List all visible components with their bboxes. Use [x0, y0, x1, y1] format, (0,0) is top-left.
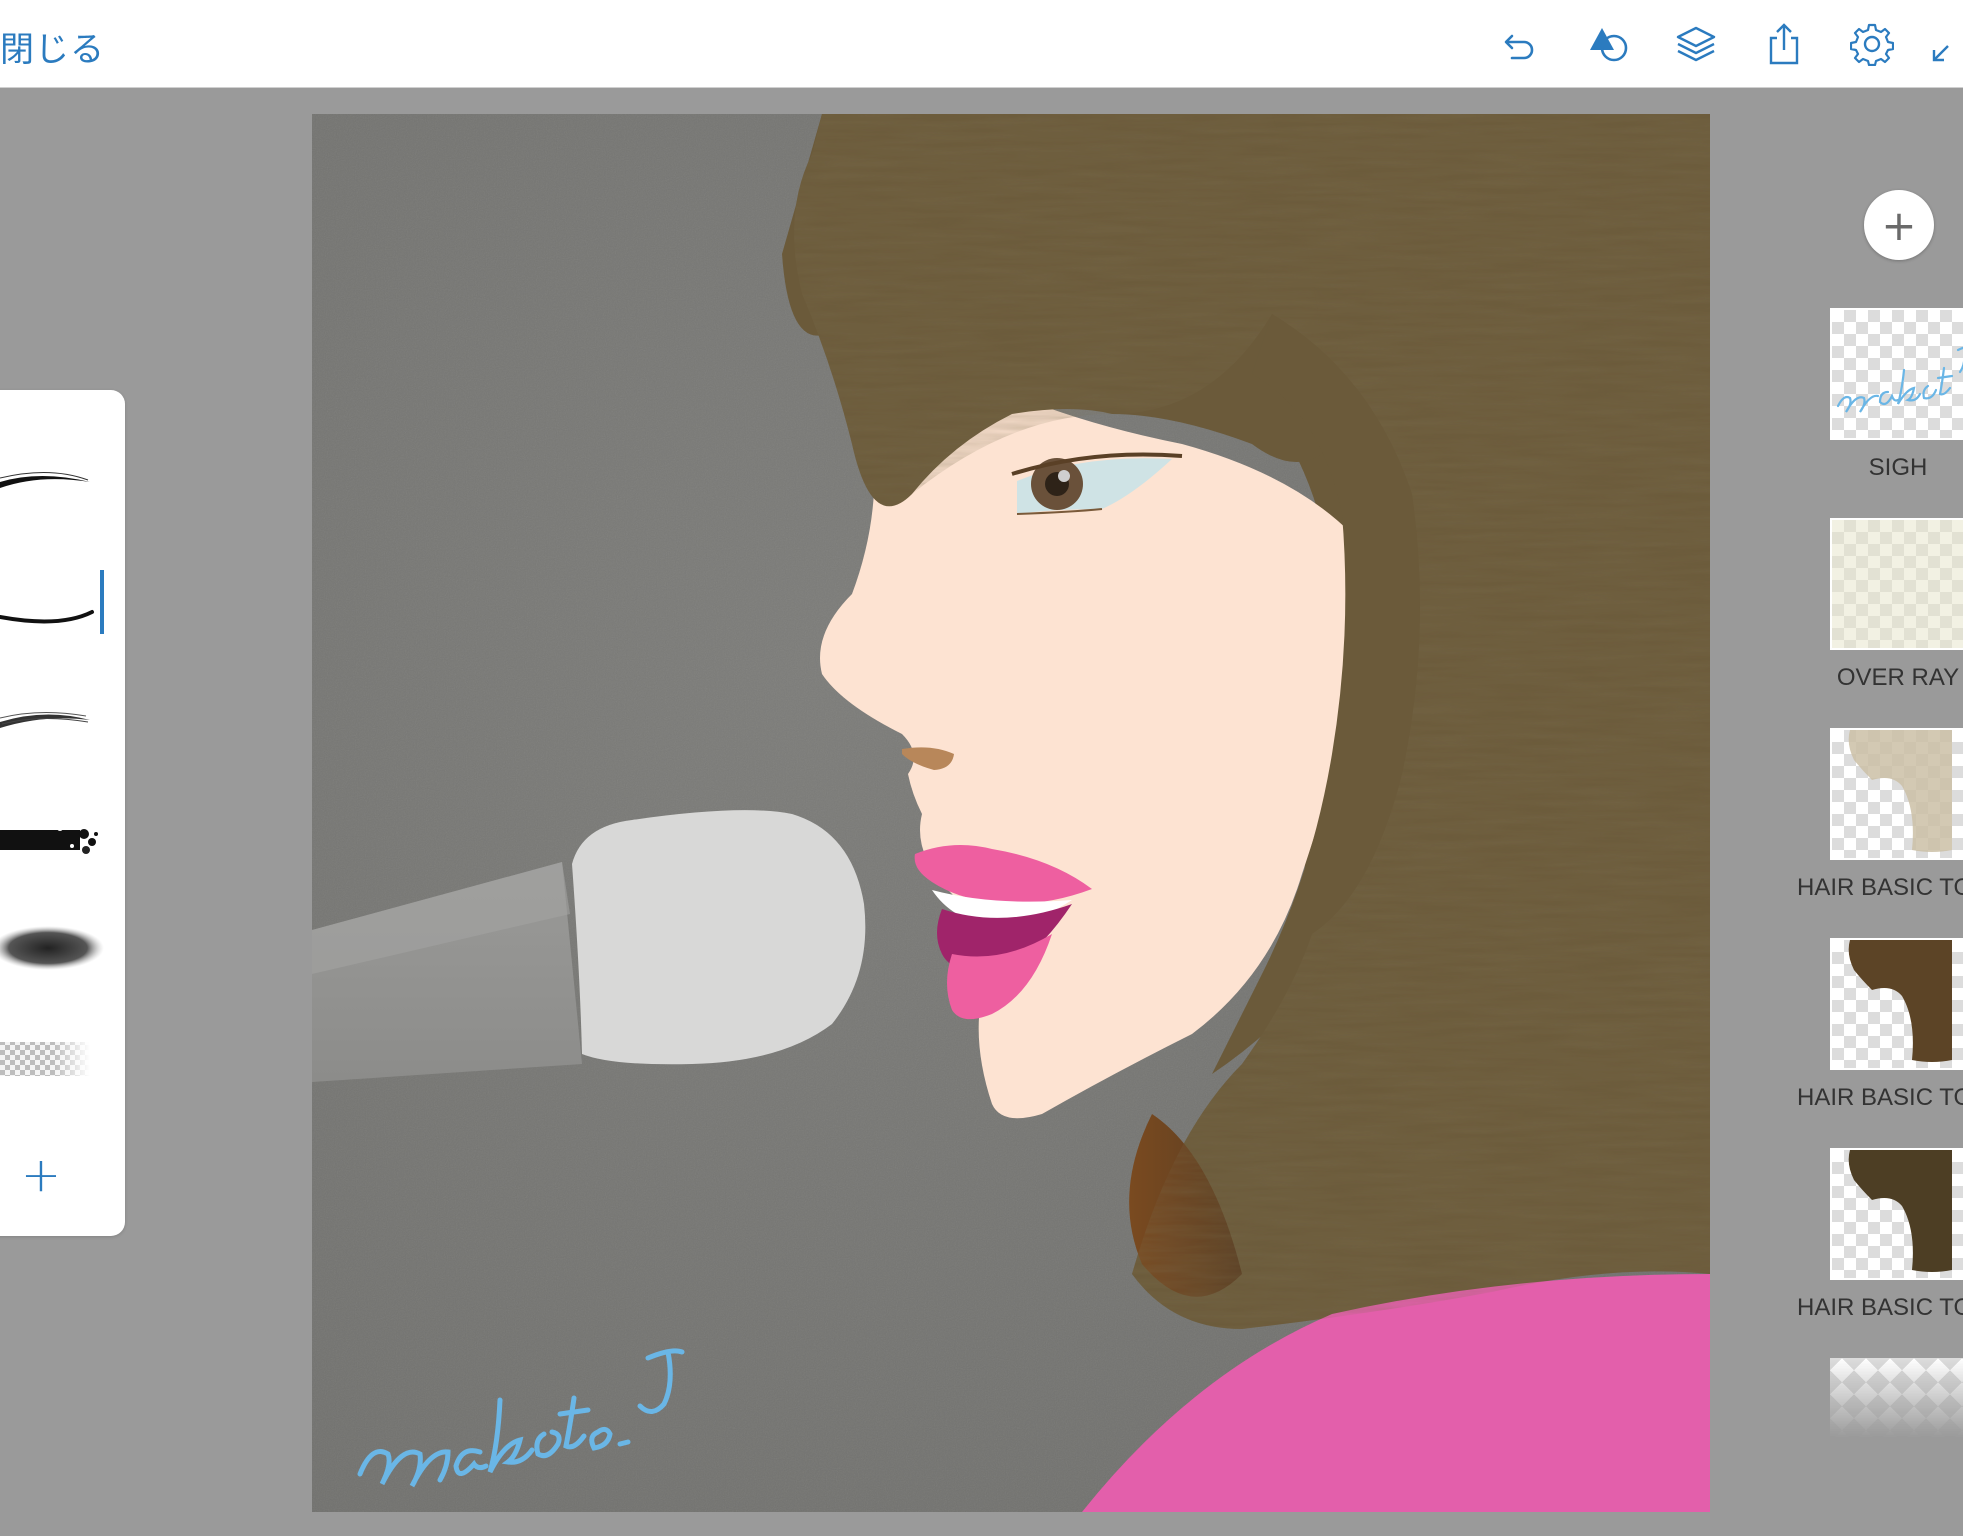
add-layer-button[interactable]: +	[1864, 190, 1934, 260]
undo-icon	[1504, 34, 1534, 60]
share-icon	[1769, 23, 1799, 65]
brush-eraser[interactable]	[0, 1010, 110, 1110]
layer-thumbnail	[1830, 1148, 1963, 1280]
undo-button[interactable]	[1494, 18, 1546, 70]
brush-line[interactable]	[0, 552, 110, 652]
layers-button[interactable]	[1670, 18, 1722, 70]
collapse-button[interactable]	[1928, 18, 1963, 70]
brush-dry[interactable]	[0, 668, 110, 768]
layer-item-hair-basic-1[interactable]: HAIR BASIC TO	[1797, 728, 1963, 902]
artwork	[312, 114, 1710, 1512]
brush-grunge[interactable]	[0, 790, 110, 890]
layer-thumbnail	[1830, 728, 1963, 860]
settings-icon	[1850, 23, 1894, 66]
shapes-button[interactable]	[1582, 18, 1634, 70]
top-toolbar: 閉じる	[0, 0, 1963, 88]
layer-name: SIGH	[1868, 454, 1928, 481]
brush-soft[interactable]	[0, 898, 110, 998]
layer-item-hair-basic-2[interactable]: HAIR BASIC TO	[1797, 938, 1963, 1112]
layer-item-partial[interactable]	[1830, 1358, 1963, 1438]
drawing-canvas[interactable]	[312, 114, 1710, 1512]
layer-item-hair-basic-3[interactable]: HAIR BASIC TO	[1797, 1148, 1963, 1322]
brush-panel: +	[0, 390, 125, 1236]
brush-fine-taper[interactable]	[0, 430, 110, 530]
share-button[interactable]	[1758, 18, 1810, 70]
collapse-icon	[1932, 45, 1949, 62]
layer-item-over-ray[interactable]: OVER RAY	[1830, 518, 1963, 692]
layer-thumbnail	[1830, 938, 1963, 1070]
layer-name: HAIR BASIC TO	[1797, 874, 1963, 901]
layer-thumbnail	[1830, 518, 1963, 650]
layer-name: OVER RAY	[1836, 664, 1960, 691]
layers-icon	[1676, 26, 1716, 62]
layer-name: HAIR BASIC TO	[1797, 1294, 1963, 1321]
settings-button[interactable]	[1846, 18, 1898, 70]
layer-item-sigh[interactable]: SIGH	[1830, 308, 1963, 482]
close-button[interactable]: 閉じる	[0, 22, 105, 71]
layer-thumbnail	[1830, 308, 1963, 440]
selected-brush-indicator	[100, 570, 104, 634]
shapes-icon	[1590, 28, 1628, 62]
layer-name: HAIR BASIC TO	[1797, 1084, 1963, 1111]
add-brush-button[interactable]: +	[16, 1150, 66, 1200]
